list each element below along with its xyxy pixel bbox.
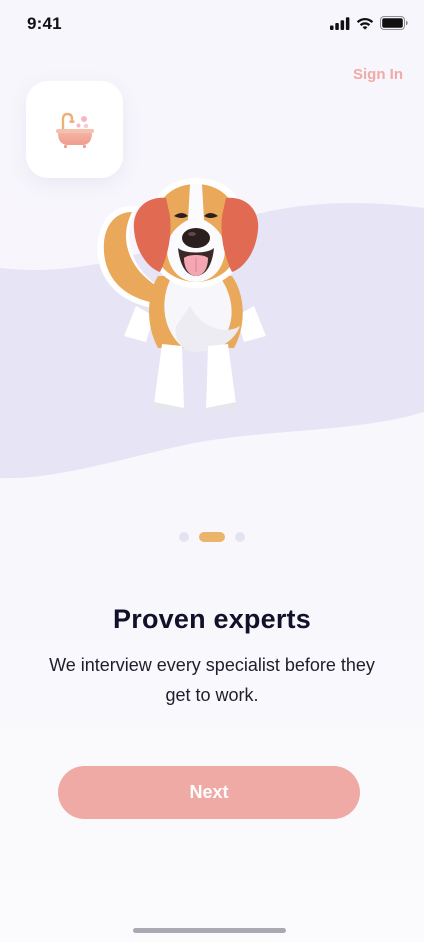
onboarding-subtitle: We interview every specialist before the…: [49, 655, 375, 705]
status-icons: [330, 16, 408, 30]
pager-dot[interactable]: [235, 532, 245, 542]
onboarding-title: Proven experts: [113, 604, 311, 634]
wifi-icon: [356, 17, 374, 30]
pagination-dots: [0, 532, 424, 542]
bathtub-icon: [55, 112, 94, 148]
beagle-dog-illustration: [97, 178, 266, 412]
battery-icon: [380, 16, 408, 30]
pager-dot[interactable]: [179, 532, 189, 542]
status-time: 9:41: [27, 14, 62, 33]
home-indicator[interactable]: [133, 928, 286, 933]
cellular-signal-icon: [330, 16, 350, 30]
onboarding-screen: 9:41 Sign In Proven experts We interview…: [0, 0, 424, 942]
next-button[interactable]: Next: [58, 766, 360, 819]
app-logo: [26, 81, 123, 178]
pager-dot-active[interactable]: [199, 532, 225, 542]
sign-in-link[interactable]: Sign In: [353, 66, 403, 83]
status-bar: 9:41: [0, 0, 424, 48]
